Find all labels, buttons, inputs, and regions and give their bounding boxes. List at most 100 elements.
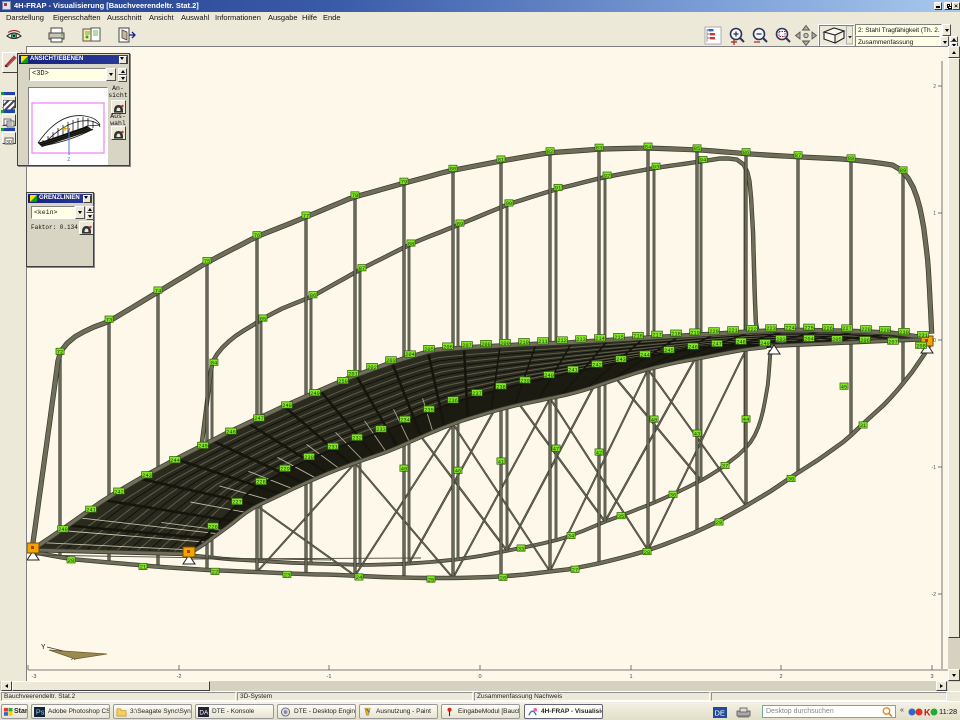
svg-text:94: 94	[700, 158, 706, 164]
svg-text:234: 234	[400, 418, 410, 424]
svg-text:81: 81	[498, 157, 504, 163]
svg-text:1: 1	[629, 674, 632, 680]
svg-text:-1: -1	[327, 674, 332, 680]
svg-text:36: 36	[670, 493, 676, 499]
svg-text:74: 74	[155, 288, 161, 294]
svg-text:43: 43	[694, 431, 700, 437]
svg-text:34: 34	[568, 534, 574, 540]
svg-text:224: 224	[785, 326, 795, 332]
svg-text:77: 77	[303, 213, 309, 219]
svg-text:216: 216	[633, 334, 643, 340]
svg-text:83: 83	[596, 146, 602, 152]
svg-text:23: 23	[284, 573, 290, 579]
svg-text:235: 235	[424, 407, 434, 413]
svg-text:24: 24	[356, 575, 362, 581]
svg-text:21: 21	[140, 565, 146, 571]
svg-text:93: 93	[653, 165, 659, 171]
svg-text:217: 217	[652, 333, 662, 339]
svg-text:89: 89	[457, 221, 463, 227]
svg-text:249: 249	[310, 391, 320, 397]
svg-text:35: 35	[618, 514, 624, 520]
svg-text:242: 242	[592, 362, 602, 368]
svg-text:22: 22	[212, 570, 218, 576]
svg-text:227: 227	[842, 326, 852, 332]
svg-text:88: 88	[848, 156, 854, 162]
svg-text:228: 228	[861, 327, 871, 333]
svg-text:204: 204	[804, 337, 814, 343]
svg-text:85: 85	[694, 146, 700, 152]
svg-text:1: 1	[933, 211, 936, 217]
svg-text:246: 246	[688, 344, 698, 350]
svg-text:3: 3	[930, 674, 933, 680]
svg-text:30: 30	[788, 477, 794, 483]
svg-text:210: 210	[519, 340, 529, 346]
svg-text:205: 205	[424, 347, 434, 353]
svg-text:248: 248	[736, 340, 746, 346]
svg-text:215: 215	[614, 335, 624, 341]
svg-text:220: 220	[709, 329, 719, 335]
svg-text:213: 213	[576, 337, 586, 343]
svg-text:78: 78	[352, 193, 358, 199]
svg-text:87: 87	[795, 153, 801, 159]
svg-text:232: 232	[352, 436, 362, 442]
svg-text:245: 245	[198, 444, 208, 450]
svg-text:-2: -2	[932, 592, 937, 598]
svg-text:222: 222	[747, 327, 757, 333]
svg-text:31: 31	[860, 423, 866, 429]
svg-text:211: 211	[538, 339, 548, 345]
svg-text:221: 221	[728, 328, 738, 334]
svg-text:0: 0	[478, 674, 481, 680]
svg-text:28: 28	[644, 550, 650, 556]
svg-text:72: 72	[57, 350, 63, 356]
svg-text:2: 2	[933, 84, 936, 90]
svg-text:225: 225	[804, 326, 814, 332]
svg-text:90: 90	[506, 201, 512, 207]
svg-text:236: 236	[448, 398, 458, 404]
svg-text:204: 204	[405, 352, 415, 358]
svg-text:207: 207	[462, 343, 472, 349]
svg-text:z: z	[67, 156, 71, 163]
svg-text:27: 27	[572, 568, 578, 574]
svg-text:231: 231	[328, 445, 338, 451]
svg-text:37: 37	[722, 464, 728, 470]
svg-text:241: 241	[568, 368, 578, 374]
svg-text:233: 233	[376, 427, 386, 433]
svg-text:25: 25	[428, 577, 434, 583]
svg-text:243: 243	[616, 357, 626, 363]
svg-text:229: 229	[880, 328, 890, 334]
svg-text:85: 85	[260, 316, 266, 322]
svg-text:250: 250	[338, 379, 348, 385]
svg-text:202: 202	[367, 365, 377, 371]
svg-text:219: 219	[690, 330, 700, 336]
svg-text:205: 205	[832, 337, 842, 343]
svg-text:206: 206	[443, 344, 453, 350]
svg-text:207: 207	[888, 339, 898, 345]
svg-text:45: 45	[841, 384, 847, 390]
svg-text:86: 86	[310, 293, 316, 299]
svg-text:82: 82	[547, 149, 553, 155]
svg-text:239: 239	[520, 378, 530, 384]
svg-text:240: 240	[58, 527, 68, 533]
svg-text:229: 229	[280, 467, 290, 473]
svg-text:75: 75	[204, 259, 210, 265]
svg-text:89: 89	[900, 168, 906, 174]
svg-text:2: 2	[779, 674, 782, 680]
svg-text:76: 76	[254, 233, 260, 239]
svg-text:DE: DE	[715, 709, 725, 718]
svg-text:214: 214	[595, 336, 605, 342]
svg-text:240: 240	[544, 373, 554, 379]
svg-text:223: 223	[766, 326, 776, 332]
svg-text:249: 249	[760, 341, 770, 347]
svg-text:80: 80	[450, 167, 456, 173]
svg-text:84: 84	[211, 361, 217, 367]
svg-text:246: 246	[226, 429, 236, 435]
svg-text:241: 241	[86, 508, 96, 514]
svg-text:208: 208	[916, 344, 926, 350]
svg-text:29: 29	[716, 520, 722, 526]
svg-text:231: 231	[918, 333, 928, 339]
svg-text:87: 87	[359, 266, 365, 272]
svg-text:92: 92	[604, 173, 610, 179]
svg-text:206: 206	[860, 338, 870, 344]
svg-text:226: 226	[823, 326, 833, 332]
svg-text:41: 41	[498, 459, 504, 465]
